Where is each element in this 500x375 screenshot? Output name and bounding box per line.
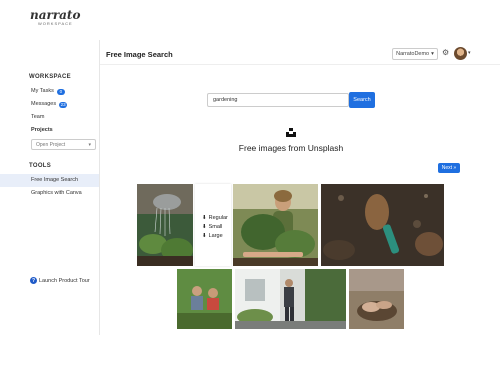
open-project-select[interactable]: Open Project ▾: [31, 139, 96, 150]
download-icon: ⬇: [202, 224, 207, 230]
chevron-down-icon: ▾: [431, 51, 434, 57]
download-regular[interactable]: ⬇ Regular: [195, 214, 231, 223]
sidebar-item-label: Messages: [31, 101, 57, 107]
sidebar-item-label: Free Image Search: [31, 177, 79, 183]
workspace-user-dropdown[interactable]: NarratoDemo ▾: [392, 48, 438, 60]
chevron-down-icon: ▾: [88, 141, 91, 148]
narrato-logo[interactable]: narrato WORKSPACE: [0, 0, 100, 40]
photo-woman-gardening[interactable]: [233, 184, 318, 266]
photo-man-watering[interactable]: [235, 269, 346, 329]
sidebar: WORKSPACE My Tasks 0 Messages 23 Team Pr…: [0, 40, 100, 335]
search-input[interactable]: [207, 93, 349, 107]
sidebar-item-graphics-with-canva[interactable]: Graphics with Canva: [0, 187, 99, 200]
sidebar-item-label: Graphics with Canva: [31, 190, 82, 196]
sidebar-item-label: Team: [31, 114, 45, 120]
unsplash-logo-icon: [286, 128, 296, 137]
sidebar-item-label: My Tasks: [31, 88, 54, 94]
logo-subtitle: WORKSPACE: [38, 21, 73, 26]
download-option-label: Small: [208, 224, 223, 230]
download-small[interactable]: ⬇ Small: [195, 223, 231, 232]
tools-section-label: TOOLS: [29, 163, 52, 169]
download-large[interactable]: ⬇ Large: [195, 232, 231, 241]
photo-couple-planting[interactable]: [177, 269, 232, 329]
tasks-count-badge: 0: [56, 88, 65, 95]
gear-icon[interactable]: ⚙: [442, 48, 449, 57]
download-icon: ⬇: [202, 233, 207, 239]
tour-label: Launch Product Tour: [39, 277, 90, 284]
photo-watering-can[interactable]: [137, 184, 193, 266]
chevron-down-icon[interactable]: ▾: [468, 50, 471, 56]
user-name: NarratoDemo: [396, 51, 430, 57]
launch-product-tour-link[interactable]: ? Launch Product Tour: [30, 277, 90, 284]
page-title: Free Image Search: [106, 50, 173, 59]
download-option-label: Large: [208, 233, 223, 239]
open-project-placeholder: Open Project: [36, 141, 66, 148]
top-bar: Free Image Search NarratoDemo ▾ ⚙ ▾: [100, 45, 500, 65]
results-headline: Free images from Unsplash: [238, 143, 344, 153]
next-page-button[interactable]: Next »: [438, 163, 460, 173]
sidebar-item-projects[interactable]: Projects: [0, 124, 99, 137]
download-size-menu: ⬇ Regular ⬇ Small ⬇ Large: [195, 184, 231, 266]
logo-wordmark: narrato: [30, 8, 81, 22]
avatar[interactable]: [454, 47, 467, 60]
download-option-label: Regular: [208, 215, 228, 221]
sidebar-item-free-image-search[interactable]: Free Image Search: [0, 174, 99, 187]
download-icon: ⬇: [202, 215, 207, 221]
sidebar-item-messages[interactable]: Messages 23: [0, 98, 99, 111]
photo-trowel-soil[interactable]: [321, 184, 444, 266]
search-button[interactable]: Search: [349, 92, 375, 108]
sidebar-item-team[interactable]: Team: [0, 111, 99, 124]
sidebar-item-label: Projects: [31, 127, 53, 133]
messages-count-badge: 23: [59, 101, 68, 108]
photo-hands-seed-tray[interactable]: [349, 269, 404, 329]
help-icon: ?: [30, 277, 37, 284]
sidebar-item-my-tasks[interactable]: My Tasks 0: [0, 85, 99, 98]
workspace-section-label: WORKSPACE: [29, 74, 71, 80]
